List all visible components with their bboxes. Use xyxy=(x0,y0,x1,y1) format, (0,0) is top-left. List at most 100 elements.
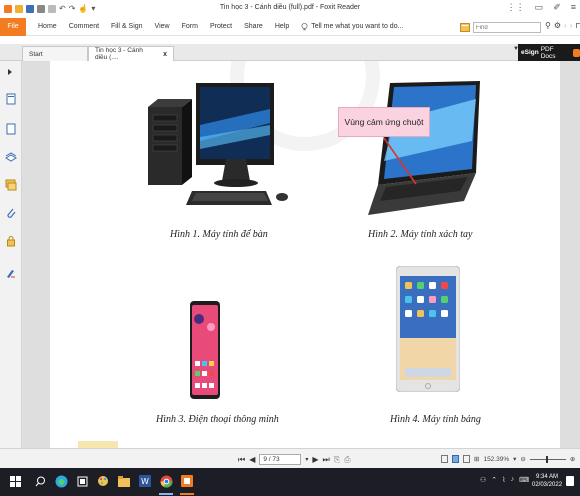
first-page-icon[interactable]: ⏮ xyxy=(238,455,245,465)
task-view-icon[interactable] xyxy=(75,474,89,488)
file-explorer-icon[interactable] xyxy=(117,474,131,488)
desktop-computer-image xyxy=(148,83,288,205)
zoom-out-icon[interactable]: ⊖ xyxy=(520,455,525,463)
continuous-page-icon[interactable] xyxy=(452,455,459,463)
clock-date: 02/03/2022 xyxy=(532,482,563,488)
pin-icon[interactable]: ✐ xyxy=(553,2,561,13)
new-icon[interactable] xyxy=(48,5,56,13)
pdf-page: Hình 1. Máy tính để bàn Vùng cảm ứng chu… xyxy=(50,61,560,448)
restore-icon[interactable]: ▭ xyxy=(535,2,544,13)
search-icon[interactable]: ⚲ xyxy=(545,21,551,30)
pin-ribbon-icon[interactable]: ⊓ xyxy=(575,21,580,30)
customize-dropdown-icon[interactable]: ▾ xyxy=(91,5,95,13)
figure-2-caption: Hình 2. Máy tính xách tay xyxy=(368,229,473,240)
figure-3-caption: Hình 3. Điện thoại thông minh xyxy=(156,414,279,425)
menu-home[interactable]: Home xyxy=(38,23,57,30)
volume-icon[interactable]: ♪ xyxy=(511,476,515,484)
paint-icon[interactable] xyxy=(96,474,110,488)
tablet-image xyxy=(396,266,460,392)
hand-tool-icon[interactable]: ☝ xyxy=(78,5,88,13)
insert-page-icon[interactable]: ⎙ xyxy=(344,455,350,465)
view-controls: ⊞ 152.39% ▾ ⊖ ⊕ xyxy=(441,455,575,463)
menu-help[interactable]: Help xyxy=(275,23,289,30)
menu-comment[interactable]: Comment xyxy=(69,23,99,30)
esign-panel[interactable]: eSign PDF Docs xyxy=(518,44,580,61)
tell-me-box[interactable]: Tell me what you want to do... xyxy=(301,22,404,31)
esign-brand: eSign xyxy=(521,49,539,56)
zoom-dropdown-icon[interactable]: ▾ xyxy=(513,455,516,463)
prev-result-icon[interactable]: ‹ xyxy=(564,21,567,30)
foxit-active-indicator xyxy=(180,493,194,495)
next-page-icon[interactable]: ▶ xyxy=(312,455,318,464)
system-clock[interactable]: 9:34 AM 02/03/2022 xyxy=(532,473,562,489)
esign-logo-icon xyxy=(572,48,580,57)
find-tools: ⚲ ⚙ ‹ › ⊓ xyxy=(545,21,580,30)
menu-fill-sign[interactable]: Fill & Sign xyxy=(111,23,143,30)
prev-page-icon[interactable]: ◀ xyxy=(249,455,255,464)
split-view-icon[interactable]: ⊞ xyxy=(474,455,479,463)
print-icon[interactable] xyxy=(37,5,45,13)
next-result-icon[interactable]: › xyxy=(570,21,573,30)
edge-icon[interactable] xyxy=(54,474,68,488)
page-navigation: ⏮ ◀ 9 / 73 ▾ ▶ ⏭ ⎘ ⎙ xyxy=(238,454,351,465)
foxit-logo-icon xyxy=(4,5,12,13)
open-icon[interactable] xyxy=(15,5,23,13)
close-tab-icon[interactable]: x xyxy=(163,51,167,58)
navigation-panel xyxy=(0,61,22,448)
zoom-level[interactable]: 152.39% xyxy=(483,456,509,463)
pages-icon[interactable] xyxy=(5,123,17,135)
zoom-in-icon[interactable]: ⊕ xyxy=(570,455,575,463)
title-bar: ↶ ↷ ☝ ▾ Tin học 3 - Cánh diều (full).pdf… xyxy=(0,0,580,18)
bookmark-icon[interactable] xyxy=(5,93,17,105)
language-icon[interactable]: ⌨ xyxy=(519,476,529,484)
tell-me-text: Tell me what you want to do... xyxy=(311,23,404,30)
foxit-reader-icon[interactable] xyxy=(180,474,194,488)
ribbon-options-icon[interactable]: ⋮⋮ xyxy=(507,2,525,13)
file-tab[interactable]: File xyxy=(0,17,26,36)
menu-form[interactable]: Form xyxy=(182,23,198,30)
zoom-slider-knob[interactable] xyxy=(545,455,548,463)
zoom-slider[interactable] xyxy=(529,455,566,463)
settings-icon[interactable]: ⚙ xyxy=(554,21,561,30)
page-number-input[interactable]: 9 / 73 xyxy=(259,454,302,465)
layers-icon[interactable] xyxy=(5,151,17,163)
tab-document-label: Tin học 3 - Cánh diều (.... xyxy=(95,47,143,61)
figure-4-caption: Hình 4. Máy tính bảng xyxy=(390,414,481,425)
tab-start[interactable]: Start xyxy=(22,46,88,61)
people-icon[interactable]: ⚇ xyxy=(480,476,486,484)
search-taskbar-icon[interactable] xyxy=(33,474,47,488)
undo-icon[interactable]: ↶ xyxy=(59,5,66,13)
tab-document[interactable]: Tin học 3 - Cánh diều (.... x xyxy=(88,46,174,61)
last-page-icon[interactable]: ⏭ xyxy=(323,455,330,465)
security-icon[interactable] xyxy=(5,235,17,247)
find-box[interactable] xyxy=(473,22,541,33)
menu-view[interactable]: View xyxy=(155,23,170,30)
show-hidden-icon[interactable]: ⌃ xyxy=(491,476,497,484)
attachment-icon[interactable] xyxy=(5,207,17,219)
search-tools-icon[interactable] xyxy=(460,23,470,32)
tab-start-label: Start xyxy=(29,50,43,58)
notification-icon[interactable] xyxy=(566,476,574,486)
windows-start-icon[interactable] xyxy=(8,474,22,488)
page-dropdown-icon[interactable]: ▾ xyxy=(305,456,308,463)
document-viewport[interactable]: Hình 1. Máy tính để bàn Vùng cảm ứng chu… xyxy=(22,61,580,448)
facing-page-icon[interactable] xyxy=(463,455,470,463)
find-input[interactable] xyxy=(476,24,526,31)
chrome-active-indicator xyxy=(159,493,173,495)
menu-share[interactable]: Share xyxy=(244,23,263,30)
menu-protect[interactable]: Protect xyxy=(210,23,232,30)
save-icon[interactable] xyxy=(26,5,34,13)
touchpad-callout: Vùng cảm ứng chuột xyxy=(338,107,430,137)
network-icon[interactable]: ⌇ xyxy=(502,476,505,484)
redo-icon[interactable]: ↷ xyxy=(69,5,76,13)
word-icon[interactable]: W xyxy=(138,474,152,488)
chrome-icon[interactable] xyxy=(159,474,173,488)
status-bar: ⏮ ◀ 9 / 73 ▾ ▶ ⏭ ⎘ ⎙ ⊞ 152.39% ▾ ⊖ ⊕ xyxy=(0,448,580,468)
expand-panel-icon[interactable] xyxy=(8,69,12,75)
extract-page-icon[interactable]: ⎘ xyxy=(334,455,340,465)
single-page-icon[interactable] xyxy=(441,455,448,463)
comments-icon[interactable] xyxy=(5,179,17,191)
more-icon[interactable]: ≡ xyxy=(571,2,576,13)
signature-icon[interactable] xyxy=(5,267,17,279)
page-footer-strip xyxy=(78,441,118,448)
